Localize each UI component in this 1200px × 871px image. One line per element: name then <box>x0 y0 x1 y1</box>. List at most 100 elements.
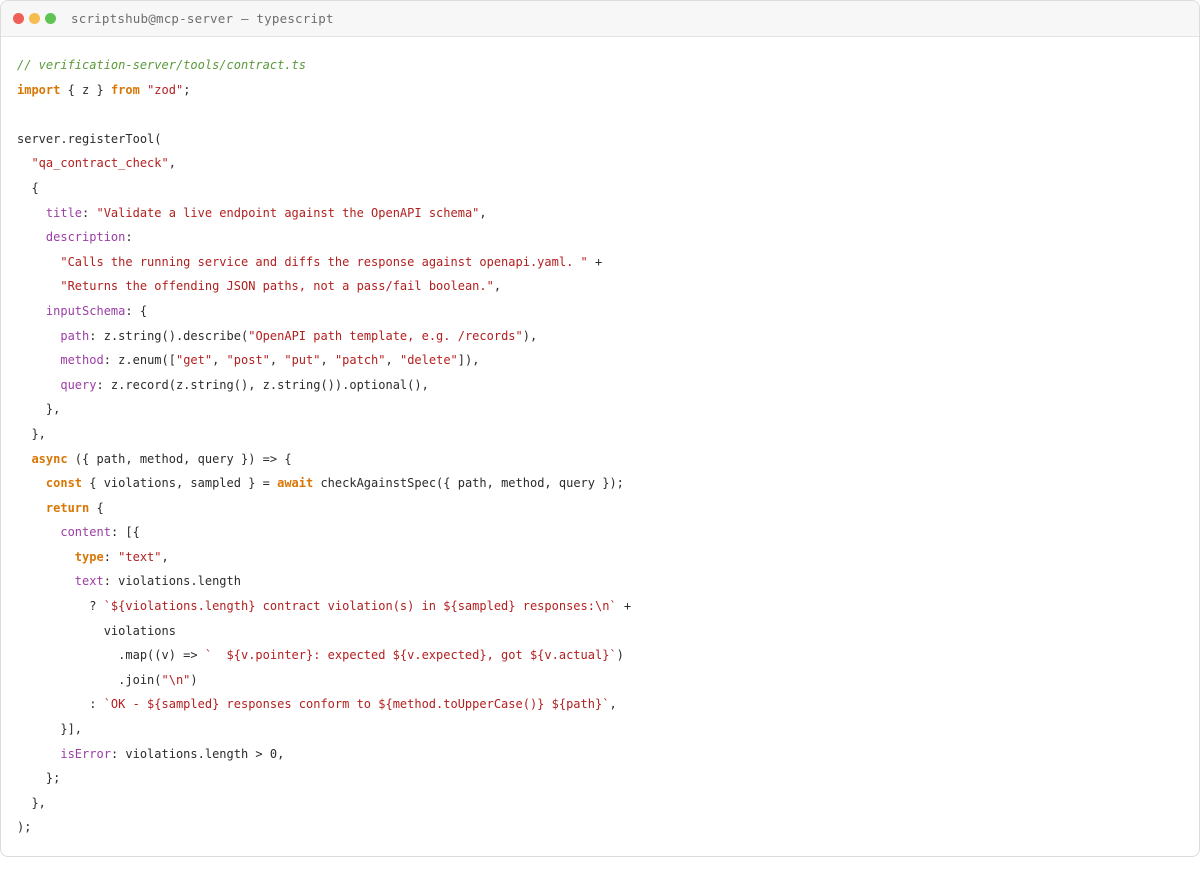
string-literal: "\n" <box>161 672 191 687</box>
code-text: ) <box>616 648 624 663</box>
code-text: }], <box>17 722 83 737</box>
property-name: title <box>45 205 83 220</box>
string-literal: "Returns the offending JSON paths, not a… <box>60 279 494 294</box>
code-line: }], <box>17 717 631 742</box>
code-text: .map((v) => <box>17 648 205 663</box>
code-text: ), <box>522 328 538 343</box>
code-text: + <box>616 599 632 614</box>
property-name: query <box>60 377 97 392</box>
code-line: }, <box>17 397 631 422</box>
string-literal: "patch" <box>334 353 386 368</box>
code-text: { z } <box>60 82 111 97</box>
code-text: violations <box>17 623 176 638</box>
code-text: }, <box>17 426 46 441</box>
code-text: , <box>493 279 502 294</box>
code-text: { <box>89 500 104 515</box>
keyword: async <box>31 451 68 466</box>
string-literal: "get" <box>175 353 213 368</box>
terminal-window: scriptshub@mcp-server — typescript // ve… <box>0 0 1200 857</box>
code-line: }, <box>17 791 631 816</box>
code-line: content: [{ <box>17 520 631 545</box>
property-name: method <box>60 353 104 368</box>
string-literal: `OK - ${sampled} responses conform to ${… <box>103 697 610 712</box>
string-literal: "text" <box>118 549 162 564</box>
code-text: , <box>161 549 169 564</box>
string-literal: "OpenAPI path template, e.g. /records" <box>248 328 523 343</box>
keyword: return <box>45 500 90 515</box>
keyword: await <box>277 476 314 491</box>
code-text: : <box>125 230 133 245</box>
string-literal: "post" <box>226 353 270 368</box>
code-line: text: violations.length <box>17 569 631 594</box>
code-text: ]), <box>457 353 480 368</box>
code-text: : [{ <box>110 525 140 540</box>
code-text: }, <box>17 795 46 810</box>
code-text: : <box>82 205 97 220</box>
property-name: isError <box>60 746 111 761</box>
code-line: server.registerTool( <box>17 127 631 152</box>
code-text: ({ path, method, query }) => { <box>67 451 292 466</box>
maximize-button[interactable] <box>45 13 56 24</box>
code-text: : z.enum([ <box>103 353 176 368</box>
code-editor[interactable]: // verification-server/tools/contract.ts… <box>17 53 631 840</box>
code-text: ; <box>183 82 191 97</box>
code-text: ) <box>190 672 198 687</box>
string-literal: "Calls the running service and diffs the… <box>60 254 588 269</box>
string-literal: "delete" <box>399 353 458 368</box>
code-text: }, <box>17 402 61 417</box>
code-line: "Returns the offending JSON paths, not a… <box>17 274 631 299</box>
property-name: inputSchema <box>45 303 126 318</box>
keyword: import <box>17 82 61 97</box>
code-line: path: z.string().describe("OpenAPI path … <box>17 324 631 349</box>
string-literal: "zod" <box>147 82 184 97</box>
code-line: ? `${violations.length} contract violati… <box>17 594 631 619</box>
keyword: type <box>74 549 104 564</box>
code-line: isError: violations.length > 0, <box>17 742 631 767</box>
code-text: { violations, sampled } = <box>82 476 278 491</box>
code-text: , <box>320 353 335 368</box>
code-text: server.registerTool( <box>17 131 162 146</box>
code-line: // verification-server/tools/contract.ts <box>17 53 631 78</box>
string-literal: "Validate a live endpoint against the Op… <box>96 205 480 220</box>
code-text: }; <box>17 771 61 786</box>
code-text: ? <box>17 599 104 614</box>
code-line: description: <box>17 225 631 250</box>
code-text: , <box>385 353 400 368</box>
code-text: { <box>17 180 39 195</box>
window-title: scriptshub@mcp-server — typescript <box>71 11 334 26</box>
property-name: text <box>74 574 104 589</box>
keyword: from <box>110 82 140 97</box>
code-text: + <box>587 254 603 269</box>
code-text: : z.string().describe( <box>89 328 249 343</box>
code-line: type: "text", <box>17 545 631 570</box>
code-text: , <box>479 205 487 220</box>
code-line: violations <box>17 619 631 644</box>
property-name: description <box>45 230 126 245</box>
string-literal: "qa_contract_check" <box>31 156 169 171</box>
code-line: }; <box>17 766 631 791</box>
code-line: async ({ path, method, query }) => { <box>17 447 631 472</box>
code-text: .join( <box>17 672 162 687</box>
code-line: return { <box>17 496 631 521</box>
close-button[interactable] <box>13 13 24 24</box>
code-text: , <box>269 353 285 368</box>
minimize-button[interactable] <box>29 13 40 24</box>
code-line: import { z } from "zod"; <box>17 78 631 103</box>
code-text: ); <box>17 820 32 835</box>
comment: // verification-server/tools/contract.ts <box>17 58 306 72</box>
